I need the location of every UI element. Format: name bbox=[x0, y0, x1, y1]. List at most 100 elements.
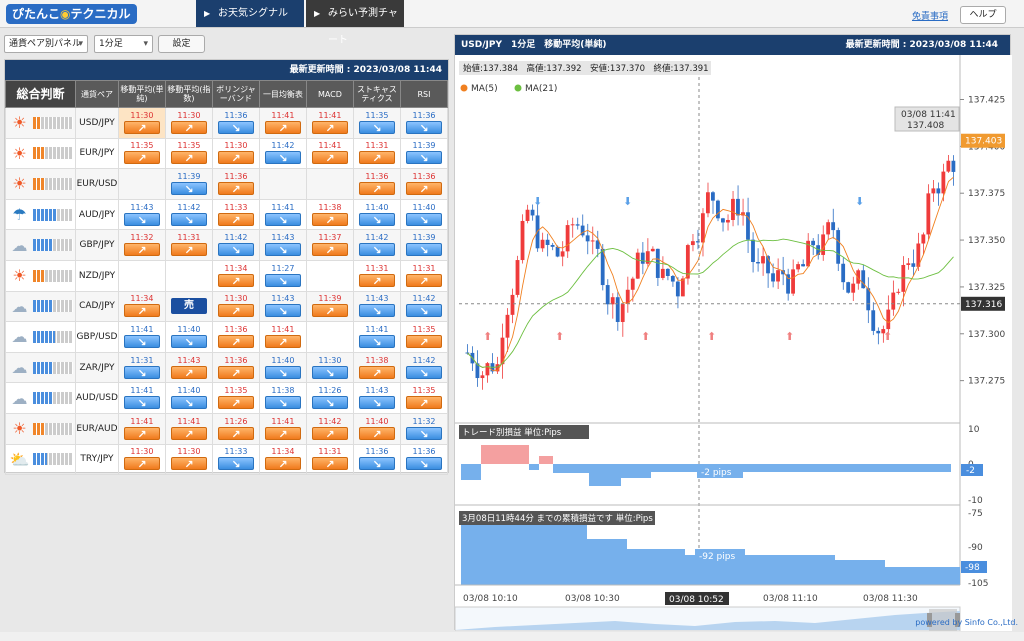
pair-label[interactable]: EUR/USD bbox=[75, 168, 119, 200]
signal-cell[interactable]: 11:35 ↗ bbox=[211, 382, 260, 414]
signal-cell[interactable]: 11:31 ↗ bbox=[352, 137, 401, 170]
signal-cell[interactable]: 11:38 ↗ bbox=[352, 351, 401, 384]
arrow-down-icon[interactable]: ↘ bbox=[123, 212, 160, 227]
signal-cell[interactable]: 11:36 ↗ bbox=[352, 168, 401, 200]
arrow-up-icon[interactable]: ↗ bbox=[311, 457, 348, 471]
signal-cell[interactable]: 11:36 ↘ bbox=[399, 107, 449, 139]
arrow-down-icon[interactable]: ↘ bbox=[170, 334, 207, 349]
arrow-down-icon[interactable]: ↘ bbox=[405, 304, 442, 318]
signal-cell[interactable]: 11:36 ↘ bbox=[211, 107, 260, 139]
signal-cell[interactable]: 11:42 ↘ bbox=[352, 229, 401, 261]
signal-cell[interactable]: 11:40 ↘ bbox=[399, 198, 449, 231]
table-row[interactable]: ☁ ZAR/JPY 11:31 ↘ 11:43 ↗ 11:36 ↗ 11:40 ↘ 11:30 ↘ 11… bbox=[5, 351, 449, 384]
arrow-down-icon[interactable]: ↘ bbox=[358, 334, 395, 349]
signal-cell[interactable]: 11:32 ↗ bbox=[117, 229, 166, 261]
arrow-up-icon[interactable]: ↗ bbox=[123, 120, 160, 135]
signal-cell[interactable]: 11:38 ↘ bbox=[258, 382, 307, 414]
signal-cell[interactable]: 11:35 ↗ bbox=[117, 137, 166, 170]
arrow-down-icon[interactable]: ↘ bbox=[358, 120, 395, 135]
arrow-down-icon[interactable]: ↘ bbox=[405, 120, 442, 135]
price-chart[interactable]: 始値:137.384 高値:137.392 安値:137.370 終値:137.… bbox=[455, 55, 1012, 631]
sell-badge[interactable]: 売 bbox=[170, 298, 207, 315]
help-button[interactable]: ヘルプ bbox=[960, 6, 1006, 24]
arrow-down-icon[interactable]: ↘ bbox=[358, 243, 395, 257]
arrow-up-icon[interactable]: ↗ bbox=[217, 426, 254, 441]
signal-cell[interactable]: 11:42 ↘ bbox=[211, 229, 260, 261]
signal-cell[interactable]: 11:34 ↗ bbox=[117, 290, 166, 323]
signal-cell[interactable]: 11:38 ↗ bbox=[305, 198, 354, 231]
signal-cell[interactable]: 11:41 ↗ bbox=[164, 412, 213, 445]
signal-cell[interactable]: 11:39 ↘ bbox=[399, 229, 449, 261]
signal-cell[interactable]: 11:30 ↗ bbox=[117, 107, 166, 139]
arrow-up-icon[interactable]: ↗ bbox=[264, 120, 301, 135]
arrow-up-icon[interactable]: ↗ bbox=[358, 273, 395, 288]
signal-cell[interactable]: 11:41 ↗ bbox=[305, 137, 354, 170]
signal-cell[interactable]: 11:36 ↗ bbox=[211, 351, 260, 384]
signal-cell[interactable]: 11:42 ↘ bbox=[399, 351, 449, 384]
arrow-up-icon[interactable]: ↗ bbox=[170, 457, 207, 471]
arrow-up-icon[interactable]: ↗ bbox=[358, 181, 395, 196]
signal-cell[interactable] bbox=[117, 168, 166, 200]
signal-cell[interactable]: 11:41 ↘ bbox=[258, 198, 307, 231]
signal-cell[interactable]: 11:37 ↗ bbox=[305, 229, 354, 261]
signal-cell[interactable]: 11:41 ↘ bbox=[117, 382, 166, 414]
signal-cell[interactable]: 11:35 ↗ bbox=[399, 382, 449, 414]
signal-cell[interactable]: 11:35 ↗ bbox=[399, 321, 449, 353]
signal-cell[interactable] bbox=[258, 168, 307, 200]
arrow-up-icon[interactable]: ↗ bbox=[123, 151, 160, 165]
signal-cell[interactable]: 11:40 ↗ bbox=[352, 412, 401, 445]
table-row[interactable]: ⛅ TRY/JPY 11:30 ↗ 11:30 ↗ 11:33 ↘ 11:34 ↗ 11:31 ↗ 11… bbox=[5, 443, 449, 476]
arrow-up-icon[interactable]: ↗ bbox=[264, 334, 301, 349]
signal-cell[interactable]: 11:33 ↘ bbox=[211, 443, 260, 476]
arrow-up-icon[interactable]: ↗ bbox=[170, 365, 207, 380]
signal-cell[interactable]: 11:39 ↗ bbox=[305, 290, 354, 323]
signal-cell[interactable]: 11:40 ↘ bbox=[258, 351, 307, 384]
arrow-up-icon[interactable]: ↗ bbox=[264, 457, 301, 471]
signal-cell[interactable]: 11:31 ↘ bbox=[117, 351, 166, 384]
table-row[interactable]: ☁ GBP/JPY 11:32 ↗ 11:31 ↗ 11:42 ↘ 11:43 ↘ 11:37 ↗ 11… bbox=[5, 229, 449, 261]
signal-cell[interactable] bbox=[305, 259, 354, 292]
arrow-down-icon[interactable]: ↘ bbox=[405, 365, 442, 380]
table-row[interactable]: ☀ USD/JPY 11:30 ↗ 11:30 ↗ 11:36 ↘ 11:41 ↗ 11:41 ↗ 11… bbox=[5, 107, 449, 139]
arrow-up-icon[interactable]: ↗ bbox=[217, 151, 254, 165]
signal-cell[interactable]: 売 bbox=[164, 290, 213, 323]
arrow-up-icon[interactable]: ↗ bbox=[170, 151, 207, 165]
signal-cell[interactable]: 11:30 ↗ bbox=[164, 443, 213, 476]
table-row[interactable]: ☁ CAD/JPY 11:34 ↗ 売 11:30 ↗ 11:43 ↘ 11:39 ↗ 11:43 ↘ 1… bbox=[5, 290, 449, 323]
signal-cell[interactable]: 11:43 ↗ bbox=[164, 351, 213, 384]
signal-cell[interactable]: 11:30 ↗ bbox=[211, 137, 260, 170]
disclaimer-link[interactable]: 免責事項 bbox=[912, 9, 948, 22]
arrow-down-icon[interactable]: ↘ bbox=[264, 212, 301, 227]
arrow-up-icon[interactable]: ↗ bbox=[217, 396, 254, 410]
table-row[interactable]: ☀ NZD/JPY 11:34 ↗ 11:27 ↘ 11:31 ↗ 11:31 ↗ bbox=[5, 259, 449, 292]
signal-cell[interactable]: 11:40 ↘ bbox=[164, 382, 213, 414]
signal-cell[interactable]: 11:42 ↗ bbox=[305, 412, 354, 445]
signal-cell[interactable]: 11:36 ↗ bbox=[211, 168, 260, 200]
arrow-down-icon[interactable]: ↘ bbox=[358, 212, 395, 227]
signal-cell[interactable]: 11:36 ↘ bbox=[399, 443, 449, 476]
arrow-up-icon[interactable]: ↗ bbox=[217, 273, 254, 288]
table-row[interactable]: ☂ AUD/JPY 11:43 ↘ 11:42 ↘ 11:33 ↗ 11:41 ↘ 11:38 ↗ 11… bbox=[5, 198, 449, 231]
arrow-up-icon[interactable]: ↗ bbox=[217, 304, 254, 318]
signal-cell[interactable] bbox=[305, 168, 354, 200]
arrow-up-icon[interactable]: ↗ bbox=[264, 426, 301, 441]
arrow-up-icon[interactable]: ↗ bbox=[311, 243, 348, 257]
signal-cell[interactable]: 11:40 ↘ bbox=[352, 198, 401, 231]
table-row[interactable]: ☀ EUR/USD 11:39 ↘ 11:36 ↗ 11:36 ↗ 11:36 ↗ bbox=[5, 168, 449, 200]
arrow-up-icon[interactable]: ↗ bbox=[217, 212, 254, 227]
table-row[interactable]: ☀ EUR/JPY 11:35 ↗ 11:35 ↗ 11:30 ↗ 11:42 ↘ 11:41 ↗ 11… bbox=[5, 137, 449, 170]
arrow-down-icon[interactable]: ↘ bbox=[311, 365, 348, 380]
signal-cell[interactable]: 11:41 ↗ bbox=[258, 107, 307, 139]
signal-cell[interactable]: 11:42 ↘ bbox=[164, 198, 213, 231]
pair-label[interactable]: EUR/AUD bbox=[75, 412, 119, 445]
signal-cell[interactable]: 11:26 ↗ bbox=[211, 412, 260, 445]
signal-cell[interactable]: 11:41 ↘ bbox=[352, 321, 401, 353]
signal-cell[interactable]: 11:31 ↗ bbox=[305, 443, 354, 476]
table-row[interactable]: ☀ EUR/AUD 11:41 ↗ 11:41 ↗ 11:26 ↗ 11:41 ↗ 11:42 ↗ 11… bbox=[5, 412, 449, 445]
signal-cell[interactable]: 11:32 ↘ bbox=[399, 412, 449, 445]
signal-cell[interactable]: 11:43 ↘ bbox=[258, 229, 307, 261]
arrow-down-icon[interactable]: ↘ bbox=[405, 243, 442, 257]
arrow-down-icon[interactable]: ↘ bbox=[264, 304, 301, 318]
signal-cell[interactable]: 11:36 ↘ bbox=[352, 443, 401, 476]
arrow-up-icon[interactable]: ↗ bbox=[405, 396, 442, 410]
